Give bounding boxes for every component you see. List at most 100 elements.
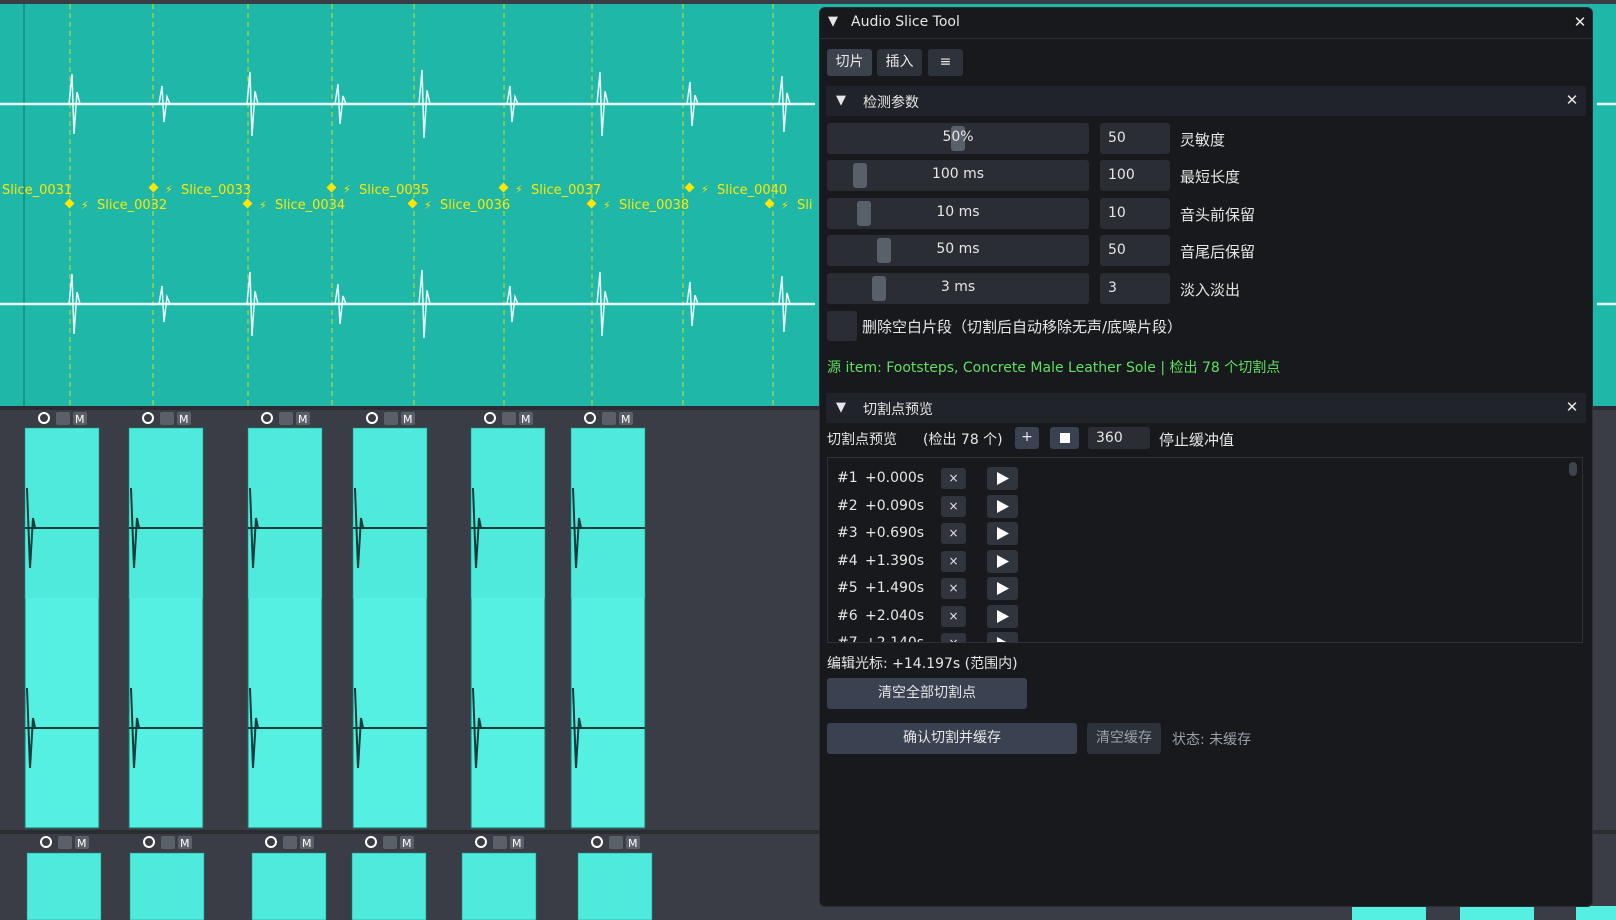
tab-slice[interactable]: 切片: [827, 49, 872, 76]
lock-icon[interactable]: [384, 412, 398, 425]
lock-icon[interactable]: [160, 412, 174, 425]
cut-preview-header[interactable]: ▼ 切割点预览 ✕: [826, 393, 1586, 423]
lock-icon[interactable]: [161, 836, 175, 849]
media-item[interactable]: M: [24, 412, 100, 829]
cut-index: #6: [837, 607, 858, 624]
param-label-1: 灵敏度: [1180, 131, 1226, 149]
cut-index: #2: [837, 497, 858, 514]
media-item[interactable]: M: [247, 412, 323, 829]
cut-time: +0.090s: [865, 497, 925, 514]
preview-label: 切割点预览: [827, 432, 897, 448]
window-title: Audio Slice Tool: [851, 14, 960, 30]
param-number-input-5[interactable]: 3: [1100, 273, 1170, 304]
param-slider-3[interactable]: 10 ms: [827, 198, 1089, 229]
param-label-2: 最短长度: [1180, 168, 1241, 186]
lock-icon[interactable]: [383, 836, 397, 849]
delete-cut-button[interactable]: ×: [941, 633, 966, 642]
svg-text:⚡: ⚡: [343, 183, 351, 196]
play-cut-button[interactable]: [987, 494, 1018, 518]
collapse-triangle-icon[interactable]: ▼: [836, 93, 846, 108]
list-scrollbar[interactable]: [1569, 462, 1577, 476]
section-title: 检测参数: [863, 95, 919, 111]
param-slider-1[interactable]: 50%: [827, 123, 1089, 154]
mute-button-label: M: [402, 837, 412, 850]
delete-cut-button[interactable]: ×: [941, 468, 966, 489]
slice-marker[interactable]: Slice_0031: [2, 183, 72, 198]
close-section-icon[interactable]: ✕: [1564, 400, 1580, 416]
detect-params-header[interactable]: ▼ 检测参数 ✕: [826, 86, 1586, 116]
play-cut-button[interactable]: [987, 632, 1018, 642]
slider-value-text: 10 ms: [936, 204, 980, 220]
cut-point-list[interactable]: #1 +0.000s × #2 +0.090s × #3 +0.690s × #4 +1.390s ×…: [827, 457, 1583, 643]
close-section-icon[interactable]: ✕: [1564, 93, 1580, 109]
media-item[interactable]: M: [470, 412, 546, 829]
clear-all-cuts-button[interactable]: 清空全部切割点: [827, 678, 1027, 709]
delete-cut-button[interactable]: ×: [941, 495, 966, 517]
lock-icon[interactable]: [609, 836, 623, 849]
window-titlebar[interactable]: ▼ Audio Slice Tool ✕: [820, 8, 1592, 39]
media-item[interactable]: M: [570, 412, 646, 829]
tab-insert[interactable]: 插入: [877, 49, 922, 76]
mute-button-label: M: [179, 413, 189, 426]
slice-marker-label: Slice_0040: [717, 183, 787, 198]
param-number-input-3[interactable]: 10: [1100, 198, 1170, 229]
delete-cut-button[interactable]: ×: [941, 605, 966, 627]
play-cut-button[interactable]: [987, 604, 1018, 628]
clear-cache-button[interactable]: 清空缓存: [1087, 723, 1161, 754]
lock-icon[interactable]: [602, 412, 616, 425]
mute-button-label: M: [298, 413, 308, 426]
tab-menu[interactable]: ≡: [928, 49, 963, 76]
delete-cut-button[interactable]: ×: [941, 523, 966, 544]
collapse-triangle-icon[interactable]: ▼: [828, 14, 838, 29]
lock-icon[interactable]: [283, 836, 297, 849]
param-slider-5[interactable]: 3 ms: [827, 273, 1089, 304]
mute-button-label: M: [77, 837, 87, 850]
edit-cursor-info: 编辑光标: +14.197s (范围内): [827, 656, 1018, 672]
section-title: 切割点预览: [863, 402, 933, 418]
play-icon: [997, 554, 1009, 568]
collapse-triangle-icon[interactable]: ▼: [836, 400, 846, 415]
cut-index: #4: [837, 552, 858, 569]
slice-marker-label: Slice_0036: [440, 198, 510, 213]
stop-buffer-input[interactable]: 360: [1088, 427, 1150, 449]
param-number-input-2[interactable]: 100: [1100, 160, 1170, 191]
play-cut-button[interactable]: [987, 577, 1018, 600]
play-cut-button[interactable]: [987, 522, 1018, 545]
lock-icon[interactable]: [502, 412, 516, 425]
add-cut-button[interactable]: +: [1015, 427, 1039, 449]
slider-value-text: 3 ms: [940, 279, 976, 295]
svg-text:⚡: ⚡: [81, 199, 89, 212]
lock-icon[interactable]: [56, 412, 70, 425]
mute-button-label: M: [75, 413, 85, 426]
remove-silence-checkbox[interactable]: [827, 311, 857, 341]
play-cut-button[interactable]: [987, 467, 1018, 490]
confirm-cut-cache-button[interactable]: 确认切割并缓存: [827, 723, 1077, 754]
cut-time: +2.040s: [865, 607, 925, 624]
list-item: #1 +0.000s ×: [837, 466, 1537, 493]
delete-cut-button[interactable]: ×: [941, 550, 966, 572]
audio-slice-tool-window: ▼ Audio Slice Tool ✕ 切片 插入 ≡ ▼ 检测参数 ✕ 50…: [819, 7, 1593, 907]
slice-marker-label: Slice_0034: [275, 198, 345, 213]
stop-button[interactable]: [1050, 427, 1079, 449]
media-item[interactable]: M: [128, 412, 204, 829]
lock-icon[interactable]: [279, 412, 293, 425]
play-cut-button[interactable]: [987, 549, 1018, 573]
delete-cut-button[interactable]: ×: [941, 578, 966, 599]
svg-text:⚡: ⚡: [603, 199, 611, 212]
list-item: #7 +2.140s ×: [837, 631, 1537, 642]
cut-time: +1.490s: [865, 580, 925, 596]
slice-marker-label: Slice_0033: [181, 183, 251, 198]
cut-time: +0.690s: [865, 525, 925, 541]
stop-buffer-label: 停止缓冲值: [1159, 431, 1235, 449]
stop-icon: [1060, 433, 1070, 443]
param-number-input-1[interactable]: 50: [1100, 123, 1170, 154]
media-item[interactable]: M: [352, 412, 428, 829]
cache-status: 状态: 未缓存: [1172, 732, 1252, 748]
close-window-icon[interactable]: ✕: [1572, 15, 1588, 31]
param-slider-4[interactable]: 50 ms: [827, 235, 1089, 266]
param-slider-2[interactable]: 100 ms: [827, 160, 1089, 191]
lock-icon[interactable]: [58, 836, 72, 849]
remove-silence-label: 删除空白片段（切割后自动移除无声/底噪片段）: [862, 318, 1183, 336]
param-number-input-4[interactable]: 50: [1100, 235, 1170, 266]
lock-icon[interactable]: [493, 836, 507, 849]
